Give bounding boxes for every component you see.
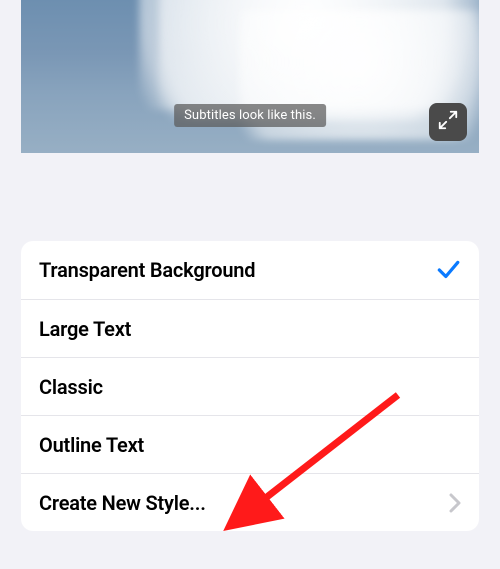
create-new-style-label: Create New Style...	[39, 491, 206, 515]
style-option-transparent-background[interactable]: Transparent Background	[21, 241, 479, 299]
expand-icon	[437, 109, 459, 135]
style-option-label: Transparent Background	[39, 258, 255, 282]
create-new-style-button[interactable]: Create New Style...	[21, 473, 479, 531]
style-option-label: Outline Text	[39, 433, 144, 457]
style-option-label: Classic	[39, 375, 103, 399]
style-option-classic[interactable]: Classic	[21, 357, 479, 415]
chevron-right-icon	[449, 493, 461, 513]
checkmark-icon	[435, 257, 461, 283]
subtitle-preview: Subtitles look like this.	[21, 0, 479, 153]
subtitle-sample-text: Subtitles look like this.	[174, 104, 326, 127]
expand-preview-button[interactable]	[429, 103, 467, 141]
style-option-large-text[interactable]: Large Text	[21, 299, 479, 357]
style-option-outline-text[interactable]: Outline Text	[21, 415, 479, 473]
style-list: Transparent Background Large Text Classi…	[21, 241, 479, 531]
style-option-label: Large Text	[39, 317, 131, 341]
